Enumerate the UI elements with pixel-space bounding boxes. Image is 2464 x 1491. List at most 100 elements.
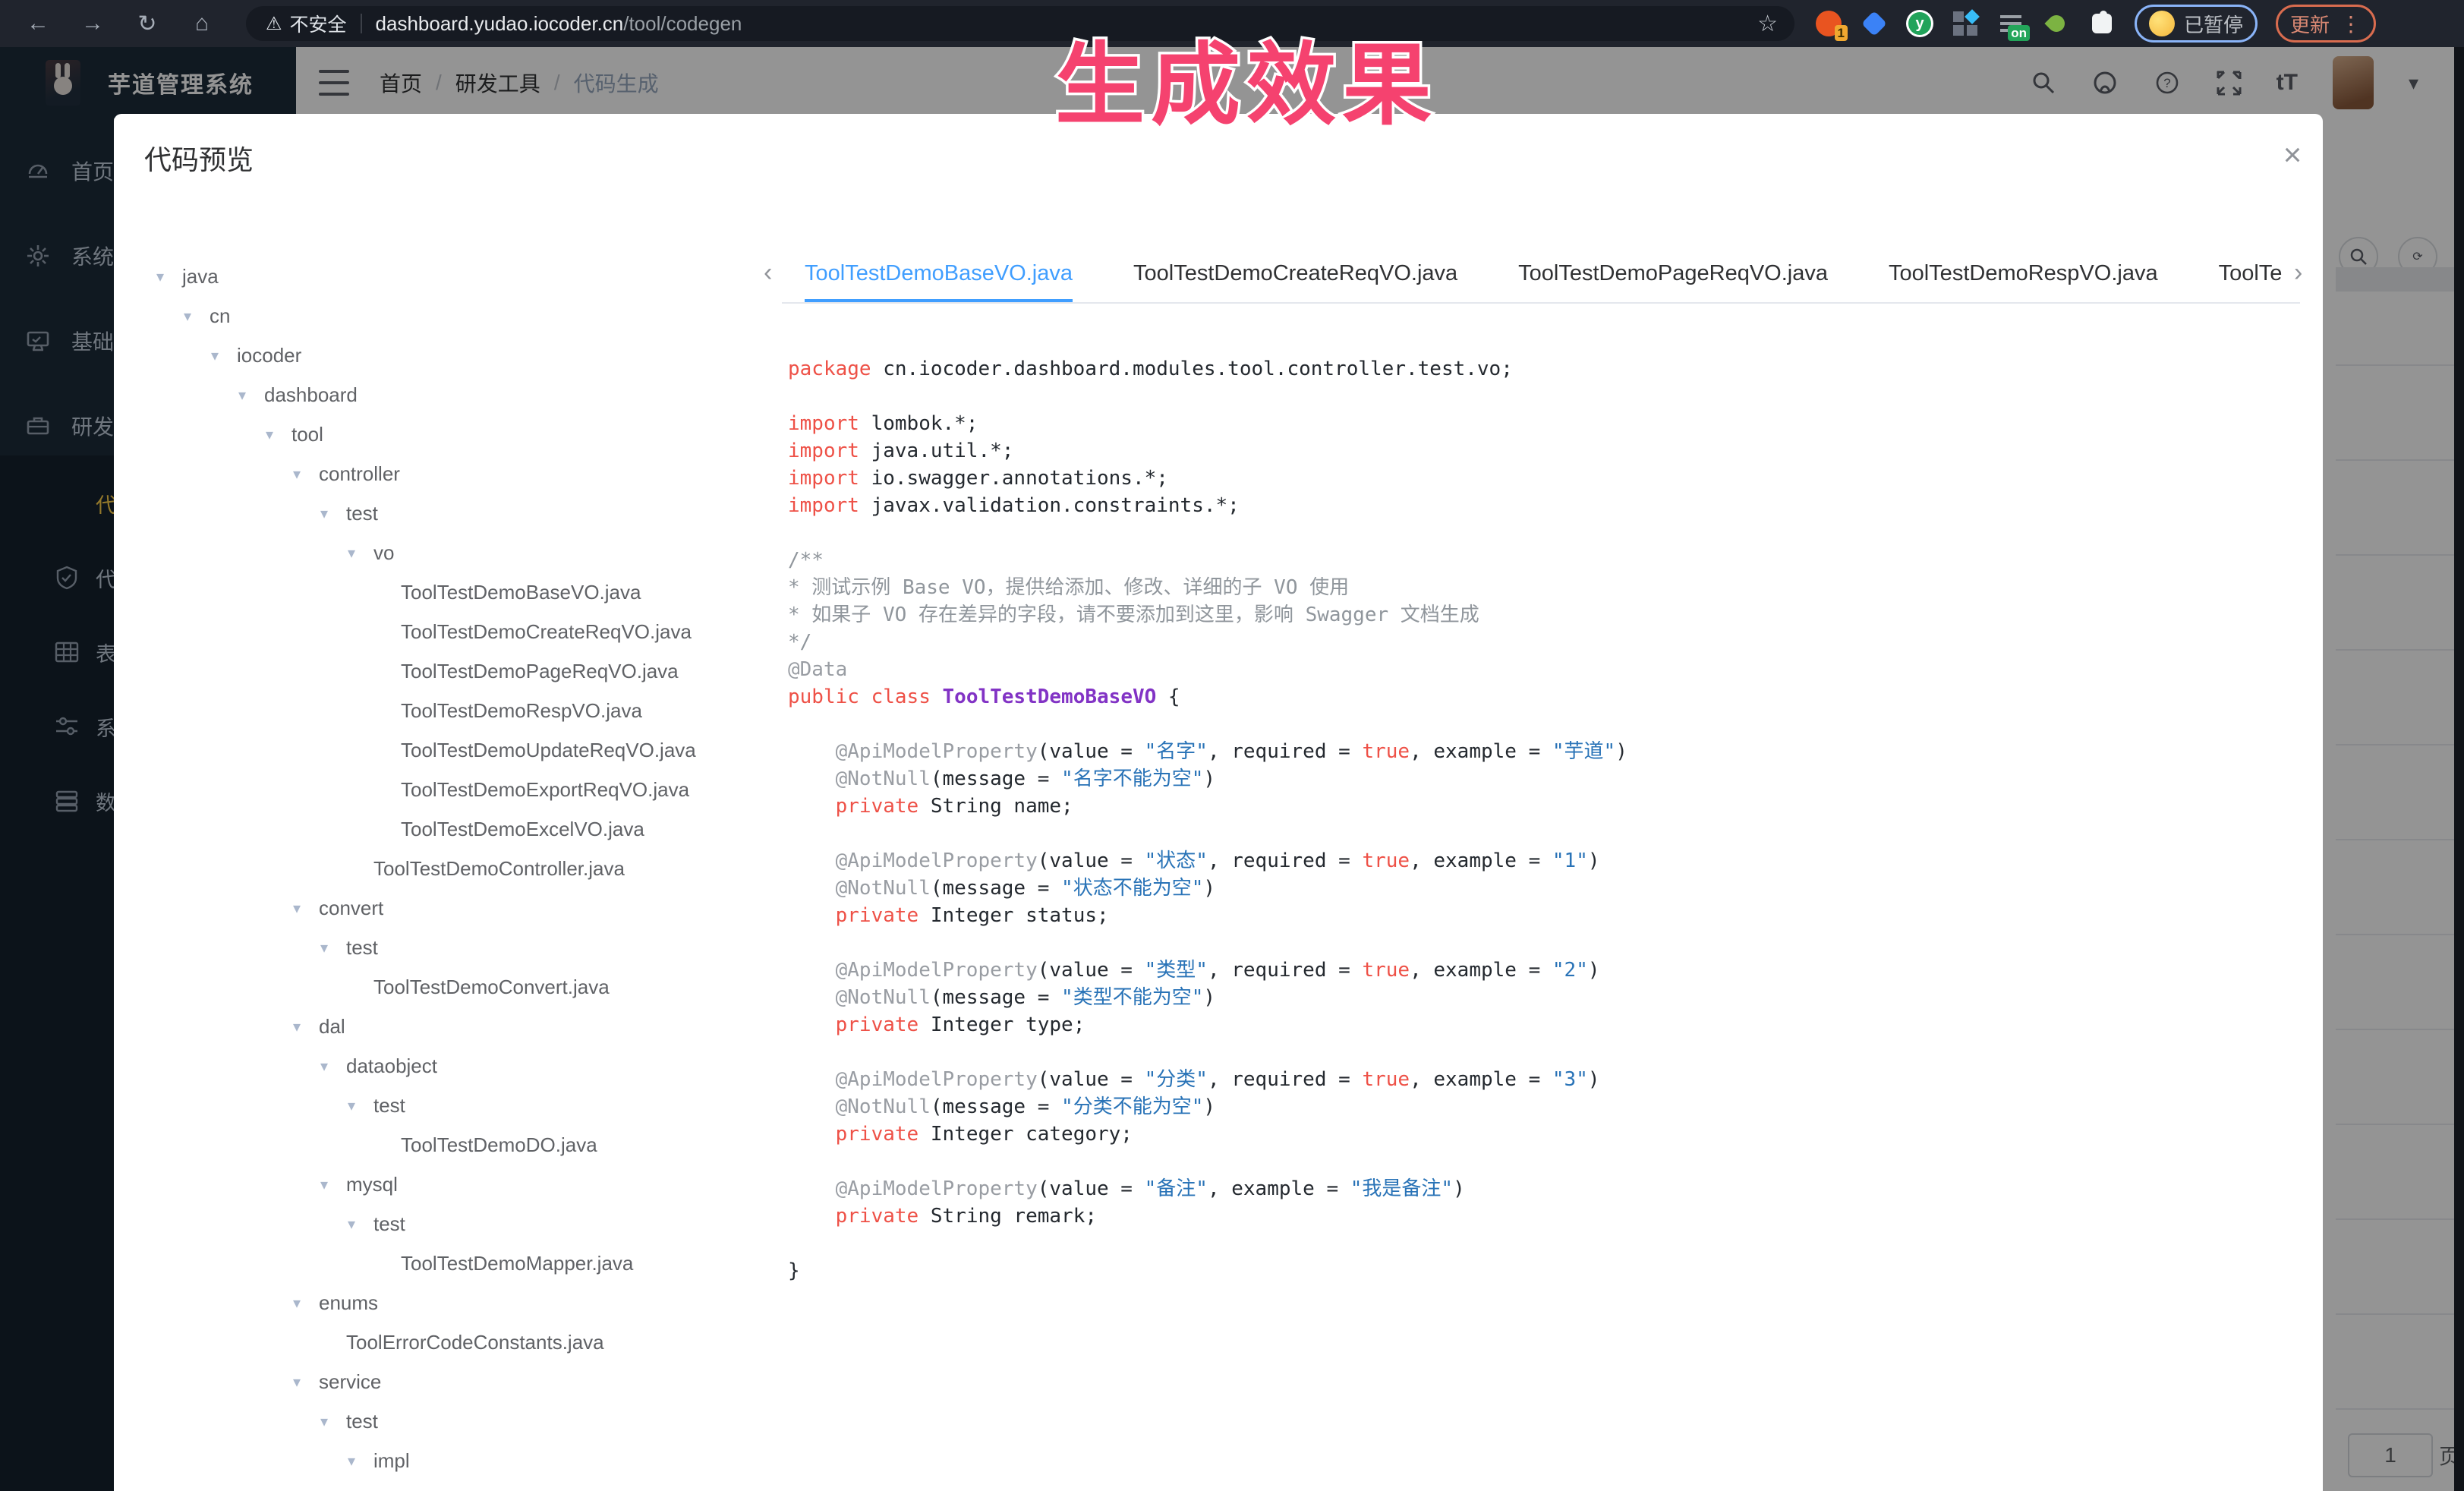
tree-node-label: ToolTestDemoMapper.java — [401, 1252, 633, 1275]
tree-expand-caret-icon[interactable]: ▾ — [293, 1017, 310, 1036]
tree-folder-iocoder[interactable]: ▾iocoder — [211, 336, 301, 375]
green-y-extension-icon[interactable]: y — [1905, 9, 1934, 38]
tree-expand-caret-icon[interactable]: ▾ — [293, 899, 310, 918]
code-line: private Integer status; — [788, 902, 2299, 929]
tree-file-ToolTestDemoExportReqVO.java[interactable]: ToolTestDemoExportReqVO.java — [375, 770, 689, 809]
tree-file-ToolTestDemoUpdateReqVO.java[interactable]: ToolTestDemoUpdateReqVO.java — [375, 730, 696, 770]
tree-folder-cn[interactable]: ▾cn — [184, 296, 230, 336]
tab-ToolTestDemoBaseVO.java[interactable]: ToolTestDemoBaseVO.java — [805, 247, 1073, 302]
tree-expand-caret-icon[interactable]: ▾ — [156, 267, 173, 286]
tree-file-ToolTestDemoPageReqVO.java[interactable]: ToolTestDemoPageReqVO.java — [375, 651, 679, 691]
browser-update-menu-button[interactable]: 更新 ⋮ — [2276, 5, 2376, 43]
code-line — [788, 383, 2299, 410]
puzzle-extension-icon[interactable] — [2087, 9, 2116, 38]
ubuntu-extension-icon[interactable]: 1 — [1814, 9, 1843, 38]
list-extension-icon[interactable]: on — [1996, 9, 2025, 38]
tree-folder-test[interactable]: ▾test — [320, 928, 378, 967]
code-line: private Integer type; — [788, 1011, 2299, 1039]
address-bar[interactable]: ⚠ 不安全 dashboard.yudao.iocoder.cn /tool/c… — [246, 6, 1794, 41]
not-secure-label[interactable]: 不安全 — [290, 10, 347, 37]
browser-scrollbar[interactable] — [2454, 47, 2464, 1491]
tree-expand-caret-icon[interactable]: ▾ — [293, 1294, 310, 1313]
tree-expand-caret-icon[interactable]: ▾ — [348, 1215, 364, 1234]
tree-folder-service[interactable]: ▾service — [293, 1362, 381, 1401]
tree-expand-caret-icon[interactable]: ▾ — [293, 1373, 310, 1392]
code-line: @ApiModelProperty(value = "类型", required… — [788, 957, 2299, 984]
tab-ToolTe[interactable]: ToolTe — [2219, 247, 2283, 302]
gem-extension-icon[interactable] — [1860, 9, 1889, 38]
tab-ToolTestDemoPageReqVO.java[interactable]: ToolTestDemoPageReqVO.java — [1518, 247, 1828, 302]
tree-node-label: vo — [373, 541, 394, 565]
tree-folder-vo[interactable]: ▾ vo — [348, 533, 394, 572]
code-line: @NotNull(message = "类型不能为空") — [788, 984, 2299, 1011]
tree-file-ToolTestDemoBaseVO.java[interactable]: ToolTestDemoBaseVO.java — [375, 572, 641, 612]
browser-forward-icon[interactable]: → — [76, 7, 109, 40]
tree-node-label: ToolTestDemoServiceImpl.java — [401, 1489, 670, 1491]
tree-file-ToolTestDemoServiceImpl.java[interactable]: ToolTestDemoServiceImpl.java — [375, 1480, 670, 1491]
tab-ToolTestDemoRespVO.java[interactable]: ToolTestDemoRespVO.java — [1889, 247, 2158, 302]
tree-expand-caret-icon[interactable]: ▾ — [211, 346, 228, 365]
tree-file-ToolErrorCodeConstants.java[interactable]: ToolErrorCodeConstants.java — [320, 1322, 604, 1362]
code-line: /** — [788, 547, 2299, 574]
browser-reload-icon[interactable]: ↻ — [131, 7, 164, 40]
tree-expand-caret-icon[interactable]: ▾ — [293, 465, 310, 484]
tree-expand-caret-icon[interactable]: ▾ — [320, 1175, 337, 1194]
tabs-scroll-left-icon[interactable]: ‹ — [764, 258, 772, 288]
tree-file-ToolTestDemoConvert.java[interactable]: ToolTestDemoConvert.java — [348, 967, 610, 1007]
not-secure-warning-icon: ⚠ — [266, 13, 282, 35]
close-icon[interactable]: × — [2271, 134, 2314, 176]
tree-folder-impl[interactable]: ▾impl — [348, 1441, 410, 1480]
tree-expand-caret-icon[interactable]: ▾ — [348, 1452, 364, 1471]
browser-profile-button[interactable]: 已暂停 — [2135, 5, 2258, 43]
tree-expand-caret-icon[interactable]: ▾ — [320, 938, 337, 957]
browser-home-icon[interactable]: ⌂ — [185, 7, 219, 40]
tree-expand-caret-icon[interactable]: ▾ — [320, 1057, 337, 1076]
tree-expand-caret-icon[interactable]: ▾ — [348, 1096, 364, 1115]
tree-expand-caret-icon[interactable]: ▾ — [238, 386, 255, 405]
tree-file-ToolTestDemoDO.java[interactable]: ToolTestDemoDO.java — [375, 1125, 597, 1165]
tree-node-label: ToolTestDemoBaseVO.java — [401, 581, 641, 604]
tree-node-label: mysql — [346, 1173, 398, 1196]
tree-node-label: ToolTestDemoExportReqVO.java — [401, 778, 689, 802]
tree-folder-java[interactable]: ▾ java — [156, 257, 219, 296]
tabs-scroll-right-icon[interactable]: › — [2294, 258, 2302, 288]
tree-file-ToolTestDemoExcelVO.java[interactable]: ToolTestDemoExcelVO.java — [375, 809, 644, 849]
grid-extension-icon[interactable] — [1951, 9, 1980, 38]
tree-file-ToolTestDemoMapper.java[interactable]: ToolTestDemoMapper.java — [375, 1244, 633, 1283]
tree-folder-enums[interactable]: ▾enums — [293, 1283, 378, 1322]
tree-node-label: java — [182, 265, 219, 288]
tree-file-ToolTestDemoRespVO.java[interactable]: ToolTestDemoRespVO.java — [375, 691, 642, 730]
tab-ToolTestDemoCreateReqVO.java[interactable]: ToolTestDemoCreateReqVO.java — [1133, 247, 1457, 302]
profile-paused-label: 已暂停 — [2184, 10, 2243, 38]
tree-node-label: test — [346, 1410, 378, 1433]
tree-expand-caret-icon[interactable]: ▾ — [320, 504, 337, 523]
tree-folder-convert[interactable]: ▾convert — [293, 888, 383, 928]
code-line — [788, 1039, 2299, 1066]
tree-folder-tool[interactable]: ▾tool — [266, 415, 323, 454]
tree-expand-caret-icon[interactable]: ▾ — [184, 307, 200, 326]
kebab-menu-icon: ⋮ — [2340, 11, 2362, 36]
tree-folder-dataobject[interactable]: ▾ dataobject — [320, 1046, 437, 1086]
tree-file-ToolTestDemoController.java[interactable]: ToolTestDemoController.java — [348, 849, 625, 888]
bookmark-star-icon[interactable]: ☆ — [1757, 11, 1778, 37]
tree-node-label: ToolErrorCodeConstants.java — [346, 1331, 604, 1354]
sprout-extension-icon[interactable] — [2042, 9, 2071, 38]
tree-folder-mysql[interactable]: ▾ mysql — [320, 1165, 398, 1204]
tree-node-label: dataobject — [346, 1054, 437, 1078]
tree-folder-controller[interactable]: ▾controller — [293, 454, 400, 493]
tree-node-label: ToolTestDemoExcelVO.java — [401, 818, 644, 841]
tree-folder-dal[interactable]: ▾ dal — [293, 1007, 345, 1046]
tree-expand-caret-icon[interactable]: ▾ — [266, 425, 282, 444]
tree-folder-test[interactable]: ▾test — [348, 1204, 405, 1244]
tree-folder-test[interactable]: ▾test — [348, 1086, 405, 1125]
code-line — [788, 820, 2299, 847]
code-line — [788, 519, 2299, 547]
tree-node-label: dal — [319, 1015, 345, 1039]
tree-file-ToolTestDemoCreateReqVO.java[interactable]: ToolTestDemoCreateReqVO.java — [375, 612, 692, 651]
tree-folder-dashboard[interactable]: ▾dashboard — [238, 375, 358, 415]
tree-folder-test[interactable]: ▾ test — [320, 1401, 378, 1441]
tree-expand-caret-icon[interactable]: ▾ — [348, 544, 364, 563]
browser-back-icon[interactable]: ← — [21, 7, 55, 40]
tree-folder-test[interactable]: ▾test — [320, 493, 378, 533]
tree-expand-caret-icon[interactable]: ▾ — [320, 1412, 337, 1431]
